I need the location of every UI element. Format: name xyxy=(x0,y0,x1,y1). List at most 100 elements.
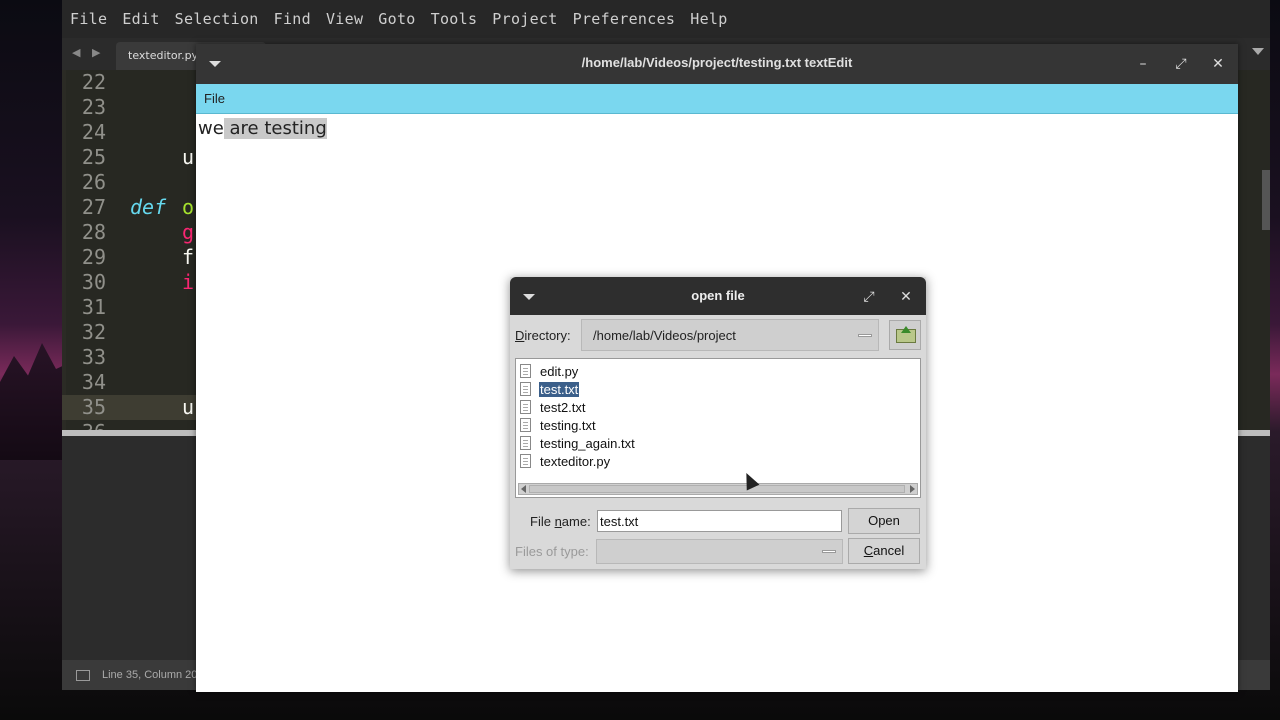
line-number: 27 xyxy=(81,195,106,219)
scroll-left-icon[interactable] xyxy=(521,485,526,493)
parent-directory-button[interactable] xyxy=(889,320,921,350)
code-line[interactable]: 24 xyxy=(62,120,197,145)
window-title: /home/lab/Videos/project/testing.txt tex… xyxy=(581,55,853,70)
textedit-titlebar[interactable]: /home/lab/Videos/project/testing.txt tex… xyxy=(196,44,1238,84)
scrollbar-thumb[interactable] xyxy=(529,485,905,493)
file-list[interactable]: texteditor.py testing_again.txt testing.tx… xyxy=(515,358,921,498)
code-line[interactable]: 36 xyxy=(62,420,197,430)
code-token: f xyxy=(182,245,195,269)
line-number: 30 xyxy=(81,270,106,294)
file-icon xyxy=(520,418,531,432)
line-number: 31 xyxy=(81,295,106,319)
tab-list-icon[interactable] xyxy=(1252,48,1264,55)
line-number: 35 xyxy=(81,395,106,419)
menu-project[interactable]: Project xyxy=(492,10,557,28)
file-name-label: File name: xyxy=(530,514,591,529)
line-number: 28 xyxy=(81,220,106,244)
menu-file[interactable]: File xyxy=(70,10,107,28)
code-line[interactable]: 22 xyxy=(62,70,197,95)
sublime-menubar: File Edit Selection Find View Goto Tools Projec… xyxy=(62,0,1270,38)
scroll-right-icon[interactable] xyxy=(910,485,915,493)
code-token: u xyxy=(182,145,195,169)
wallpaper-hills xyxy=(0,343,70,460)
line-number: 26 xyxy=(81,170,106,194)
combobox-arrow-icon[interactable] xyxy=(822,550,836,553)
code-line[interactable]: 28 g xyxy=(62,220,197,245)
line-number: 22 xyxy=(81,70,106,94)
combobox-arrow-icon[interactable] xyxy=(858,334,872,337)
tab-nav-arrows-icon[interactable]: ◀ ▶ xyxy=(72,46,104,59)
code-line[interactable]: 27 def o xyxy=(62,195,197,220)
up-arrow-icon xyxy=(901,326,911,333)
file-list-item[interactable]: texteditor.py xyxy=(520,452,611,470)
line-number: 33 xyxy=(81,345,106,369)
menu-view[interactable]: View xyxy=(326,10,363,28)
file-name: testing.txt xyxy=(540,417,596,433)
menu-goto[interactable]: Goto xyxy=(378,10,415,28)
file-name: testing_again.txt xyxy=(540,435,635,451)
file-list-item[interactable]: edit.py xyxy=(520,362,579,380)
file-icon xyxy=(520,454,531,468)
text-content[interactable]: we are testing xyxy=(198,118,327,139)
menu-selection[interactable]: Selection xyxy=(175,10,259,28)
files-of-type-label: Files of type: xyxy=(515,544,589,559)
line-number: 29 xyxy=(81,245,106,269)
code-token: o xyxy=(182,195,195,219)
open-button[interactable]: Open xyxy=(848,508,920,534)
minimap-scrollbar[interactable] xyxy=(1262,170,1270,230)
code-line[interactable]: 30 i xyxy=(62,270,197,295)
code-line[interactable]: 32 xyxy=(62,320,197,345)
horizontal-scrollbar[interactable] xyxy=(518,483,918,495)
code-line[interactable]: 34 xyxy=(62,370,197,395)
menu-find[interactable]: Find xyxy=(274,10,311,28)
dialog-titlebar[interactable]: open file ⤢ ✕ xyxy=(510,277,926,315)
textedit-menubar: File xyxy=(196,84,1238,114)
menu-tools[interactable]: Tools xyxy=(431,10,478,28)
status-position: Line 35, Column 20 xyxy=(102,669,198,681)
file-icon xyxy=(520,436,531,450)
file-menu[interactable]: File xyxy=(204,91,225,106)
code-line[interactable]: 25 u xyxy=(62,145,197,170)
file-list-item[interactable]: test.txt xyxy=(520,380,580,398)
panel-toggle-icon[interactable] xyxy=(76,670,90,681)
line-number: 24 xyxy=(81,120,106,144)
code-line[interactable]: 23 xyxy=(62,95,197,120)
file-name: edit.py xyxy=(540,363,579,379)
close-button[interactable]: ✕ xyxy=(1207,53,1229,75)
cancel-button[interactable]: Cancel xyxy=(848,538,920,564)
menu-preferences[interactable]: Preferences xyxy=(573,10,676,28)
directory-value: /home/lab/Videos/project xyxy=(593,328,736,343)
code-line[interactable]: 35 u xyxy=(62,395,197,420)
file-icon xyxy=(520,364,531,378)
text-selection: are testing xyxy=(223,118,327,139)
mnemonic-letter: n xyxy=(554,514,562,529)
line-number: 25 xyxy=(81,145,106,169)
menu-edit[interactable]: Edit xyxy=(122,10,159,28)
open-file-dialog: open file ⤢ ✕ Directory: /home/lab/Video… xyxy=(510,277,926,569)
file-list-item[interactable]: testing_again.txt xyxy=(520,434,636,452)
code-token: g xyxy=(182,220,195,244)
line-number: 36 xyxy=(66,420,106,430)
code-line[interactable]: 26 xyxy=(62,170,197,195)
menu-help[interactable]: Help xyxy=(690,10,727,28)
line-number: 32 xyxy=(81,320,106,344)
text-unselected: we xyxy=(198,118,224,139)
directory-label: Directory: xyxy=(515,328,571,343)
code-line[interactable]: 29 f xyxy=(62,245,197,270)
mnemonic-letter: C xyxy=(863,543,874,558)
directory-combobox[interactable]: /home/lab/Videos/project xyxy=(581,319,879,351)
files-of-type-combobox[interactable] xyxy=(596,539,843,564)
code-token: def xyxy=(130,195,167,219)
file-name-input[interactable]: test.txt xyxy=(597,510,842,532)
code-line[interactable]: 33 xyxy=(62,345,197,370)
maximize-button[interactable]: ⤢ xyxy=(1170,53,1192,75)
file-name: test2.txt xyxy=(540,399,586,415)
code-token: i xyxy=(182,270,195,294)
file-list-item[interactable]: testing.txt xyxy=(520,416,597,434)
file-icon xyxy=(520,382,531,396)
code-line[interactable]: 31 xyxy=(62,295,197,320)
file-list-item[interactable]: test2.txt xyxy=(520,398,587,416)
dialog-maximize-button[interactable]: ⤢ xyxy=(858,286,880,308)
dialog-close-button[interactable]: ✕ xyxy=(895,286,917,308)
minimize-button[interactable]: – xyxy=(1132,53,1154,75)
